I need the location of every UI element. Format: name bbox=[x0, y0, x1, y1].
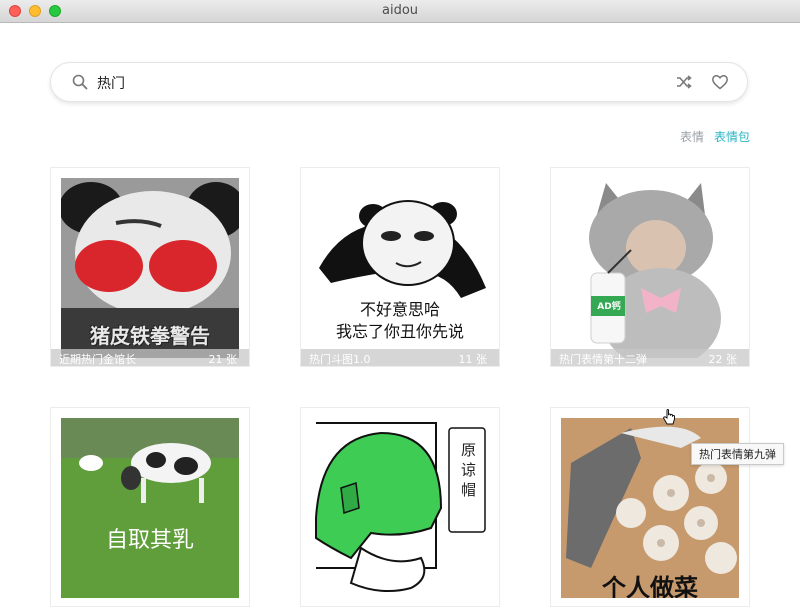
search-bar bbox=[50, 62, 748, 102]
pack-card[interactable]: 猪皮铁拳警告 近期热门金馆长 21 张 bbox=[50, 167, 250, 367]
pack-thumbnail: 猪皮铁拳警告 bbox=[61, 178, 239, 358]
tab-emoji[interactable]: 表情 bbox=[680, 128, 704, 145]
search-input[interactable] bbox=[97, 72, 657, 94]
pack-name: 热门斗图1.0 bbox=[309, 353, 371, 366]
pack-caption-bar: 近期热门金馆长 21 张 bbox=[51, 349, 249, 366]
pack-tooltip: 热门表情第九弹 bbox=[691, 443, 784, 465]
hand-cursor-icon bbox=[662, 409, 675, 425]
pack-card[interactable]: 不好意思哈 我忘了你丑你先说 热门斗图1.0 11 张 bbox=[300, 167, 500, 367]
pack-thumbnail: 不好意思哈 我忘了你丑你先说 bbox=[311, 178, 489, 358]
search-icon bbox=[72, 74, 88, 90]
pack-image-caption: 自取其乳 bbox=[105, 528, 194, 553]
pack-image-caption: AD钙 bbox=[597, 302, 621, 312]
shuffle-icon[interactable] bbox=[675, 73, 693, 91]
pack-count: 21 张 bbox=[208, 353, 238, 366]
pack-card[interactable]: AD钙 热门表情第十二弹 22 张 bbox=[550, 167, 750, 367]
heart-icon[interactable] bbox=[711, 73, 729, 91]
pack-image-caption: 原谅帽 bbox=[461, 441, 477, 499]
pack-thumbnail: AD钙 bbox=[561, 178, 739, 358]
pack-name: 近期热门金馆长 bbox=[59, 353, 136, 366]
pack-card[interactable]: 个人做菜 bbox=[550, 407, 750, 607]
pack-thumbnail: 原谅帽 bbox=[311, 418, 489, 598]
pack-image-caption: 我忘了你丑你先说 bbox=[335, 322, 464, 341]
pack-name: 热门表情第十二弹 bbox=[559, 353, 647, 366]
title-bar: aidou bbox=[0, 0, 800, 23]
tab-emoji-pack[interactable]: 表情包 bbox=[714, 128, 750, 145]
pack-card[interactable]: 自取其乳 bbox=[50, 407, 250, 607]
pack-caption-bar: 热门表情第十二弹 22 张 bbox=[551, 349, 749, 366]
pack-thumbnail: 自取其乳 bbox=[61, 418, 239, 598]
pack-caption-bar: 热门斗图1.0 11 张 bbox=[301, 349, 499, 366]
pack-image-caption: 猪皮铁拳警告 bbox=[90, 324, 210, 348]
pack-count: 11 张 bbox=[458, 353, 488, 366]
window-title: aidou bbox=[381, 3, 419, 18]
pack-image-caption: 个人做菜 bbox=[602, 574, 698, 598]
pack-card[interactable]: 原谅帽 bbox=[300, 407, 500, 607]
pack-count: 22 张 bbox=[708, 353, 738, 366]
pack-image-caption: 不好意思哈 bbox=[359, 300, 440, 319]
